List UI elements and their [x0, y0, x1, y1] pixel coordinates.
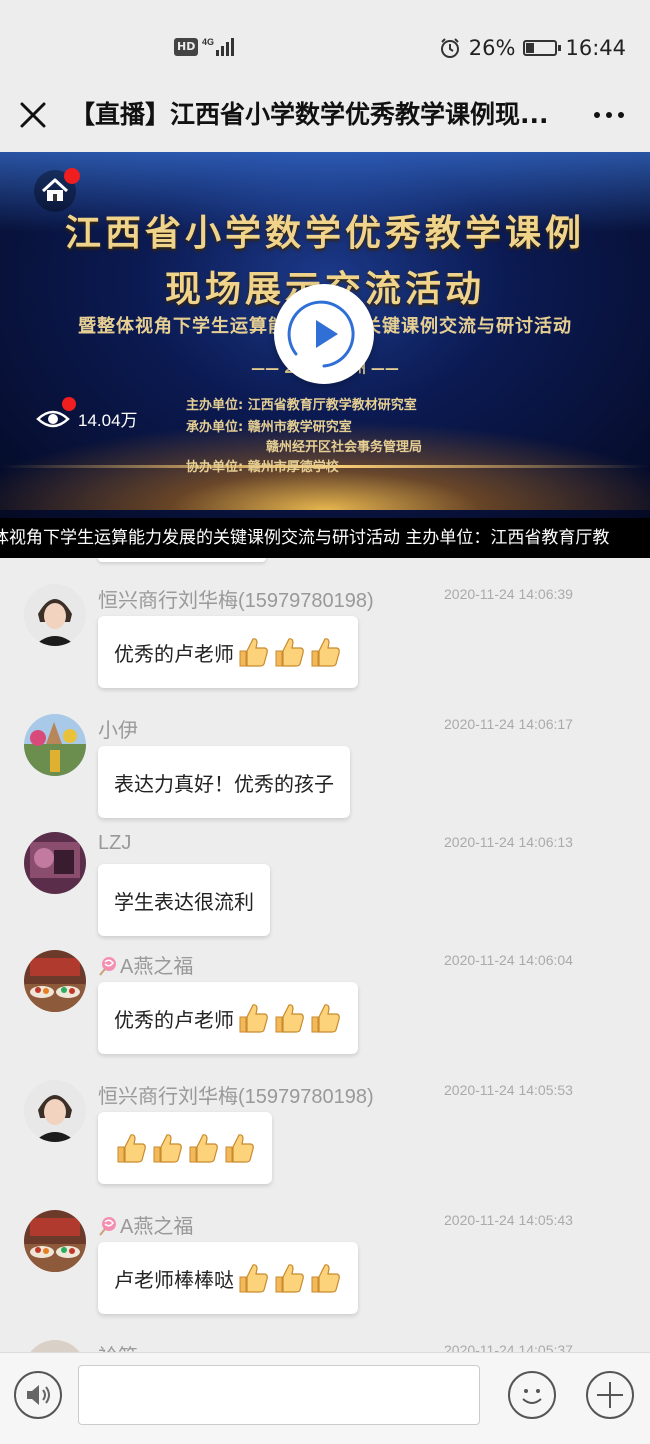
sender-name-text: 小伊 — [98, 720, 138, 742]
avatar[interactable] — [24, 584, 86, 646]
banner-org-assist: 协办单位: 赣州市厚德学校 — [186, 460, 339, 475]
chat-list[interactable]: 恒兴商行刘华梅(15979780198) 2020-11-24 14:06:39 优… — [0, 558, 650, 1352]
message-bubble[interactable]: 卢老师棒棒哒 — [98, 1242, 358, 1314]
message-time: 2020-11-24 14:06:39 — [444, 586, 573, 602]
title-bar: 【直播】江西省小学数学优秀教学课例现... — [0, 80, 650, 150]
play-icon — [287, 300, 355, 368]
message-time: 2020-11-24 14:05:37 — [444, 1342, 573, 1352]
message-text: 表达力真好！优秀的孩子 — [114, 771, 334, 796]
viewer-count: 14.04万 — [78, 411, 138, 430]
message-bubble[interactable]: 学生表达很流利 — [98, 864, 270, 936]
home-button[interactable] — [34, 168, 80, 212]
status-right: 26% 16:44 — [439, 34, 626, 62]
avatar[interactable] — [24, 1340, 86, 1352]
emoji-icon — [522, 1389, 542, 1404]
battery-fill — [526, 43, 535, 53]
thumbs-up-icon — [225, 1134, 254, 1163]
lollipop-icon — [99, 1217, 116, 1236]
sender-name: A燕之福 — [98, 1210, 193, 1239]
avatar[interactable] — [24, 1080, 86, 1142]
avatar[interactable] — [24, 950, 86, 1012]
avatar[interactable] — [24, 714, 86, 776]
avatar[interactable] — [24, 832, 86, 894]
sender-name: LZJ — [98, 832, 131, 855]
svg-text:4G: 4G — [202, 37, 214, 47]
message-input[interactable] — [78, 1365, 480, 1425]
viewer-counter: 14.04万 — [36, 396, 138, 431]
thumbs-up-icon — [117, 1134, 146, 1163]
more-button[interactable] — [594, 112, 624, 118]
message-time: 2020-11-24 14:06:17 — [444, 716, 573, 732]
ticker-text: 体视角下学生运算能力发展的关键课例交流与研讨活动 主办单位：江西省教育厅教 — [0, 528, 610, 548]
hd-badge: HD — [174, 38, 199, 56]
close-button[interactable] — [18, 100, 48, 130]
thumbs-up-icon — [275, 638, 304, 667]
thumbs-up-icon — [311, 1264, 340, 1293]
message-text: 卢老师棒棒哒 — [114, 1267, 234, 1292]
message-bubble[interactable]: 优秀的卢老师 — [98, 982, 358, 1054]
sender-name: A燕之福 — [98, 950, 193, 979]
message-time: 2020-11-24 14:05:53 — [444, 1082, 573, 1098]
avatar[interactable] — [24, 1210, 86, 1272]
plus-icon — [597, 1382, 623, 1408]
sender-name-text: 恒兴商行刘华梅(15979780198) — [98, 590, 374, 612]
thumbs-up-icon — [239, 1004, 268, 1033]
sender-name: 恒兴商行刘华梅(15979780198) — [98, 584, 374, 613]
thumbs-up-icon — [311, 638, 340, 667]
sender-name-text: LZJ — [98, 832, 132, 854]
live-video-player[interactable]: 江西省小学数学优秀教学课例 现场展示交流活动 暨整体视角下学生运算能力发展的关键… — [0, 152, 650, 518]
battery-percent: 26% — [468, 36, 516, 60]
close-icon — [20, 102, 46, 128]
thumbs-up-icon — [239, 638, 268, 667]
plus-button[interactable] — [586, 1371, 634, 1419]
alarm-icon — [440, 38, 459, 58]
thumbs-up-icon — [275, 1264, 304, 1293]
clock: 16:44 — [565, 36, 626, 60]
thumbs-up-icon — [153, 1134, 182, 1163]
live-dot — [62, 396, 76, 411]
banner-org-undertake: 承办单位: 赣州市教学研究室 — [186, 420, 352, 435]
network-indicator: HD 4G — [174, 36, 236, 58]
lollipop-icon — [99, 957, 116, 976]
play-button[interactable] — [274, 284, 374, 384]
sender-name-text: A燕之福 — [120, 956, 194, 978]
banner-org-undertake-2: 赣州经开区社会事务管理局 — [266, 440, 423, 455]
battery-icon — [523, 40, 562, 56]
message-bubble[interactable]: 优秀的卢老师 — [98, 616, 358, 688]
thumbs-up-icon — [189, 1134, 218, 1163]
signal-icon: 4G — [202, 37, 235, 56]
message-bubble[interactable] — [98, 1112, 272, 1184]
banner-title-line1: 江西省小学数学优秀教学课例 — [64, 212, 585, 254]
sender-name: 恒兴商行刘华梅(15979780198) — [98, 1080, 374, 1109]
message-time: 2020-11-24 14:06:13 — [444, 834, 573, 850]
announcement-ticker: 体视角下学生运算能力发展的关键课例交流与研讨活动 主办单位：江西省教育厅教 — [0, 518, 650, 558]
input-bar — [0, 1352, 650, 1444]
voice-button[interactable] — [14, 1371, 62, 1419]
message-bubble[interactable]: 表达力真好！优秀的孩子 — [98, 746, 350, 818]
notification-dot — [64, 168, 80, 184]
voice-icon — [27, 1385, 50, 1405]
message-text: 优秀的卢老师 — [114, 1007, 234, 1032]
previous-message-bubble — [98, 558, 266, 562]
sender-name: 衿笕 — [98, 1340, 138, 1352]
message-text: 学生表达很流利 — [114, 889, 254, 914]
more-icon — [594, 112, 600, 118]
thumbs-up-icon — [311, 1004, 340, 1033]
emoji-button[interactable] — [508, 1371, 556, 1419]
sender-name: 小伊 — [98, 714, 138, 743]
banner-org-host: 主办单位: 江西省教育厅教学教材研究室 — [186, 398, 417, 413]
message-text: 优秀的卢老师 — [114, 641, 234, 666]
sender-name-text: A燕之福 — [120, 1216, 194, 1238]
thumbs-up-icon — [275, 1004, 304, 1033]
page-title: 【直播】江西省小学数学优秀教学课例现... — [70, 100, 549, 129]
thumbs-up-icon — [239, 1264, 268, 1293]
message-time: 2020-11-24 14:05:43 — [444, 1212, 573, 1228]
sender-name-text: 恒兴商行刘华梅(15979780198) — [98, 1086, 374, 1108]
message-time: 2020-11-24 14:06:04 — [444, 952, 573, 968]
